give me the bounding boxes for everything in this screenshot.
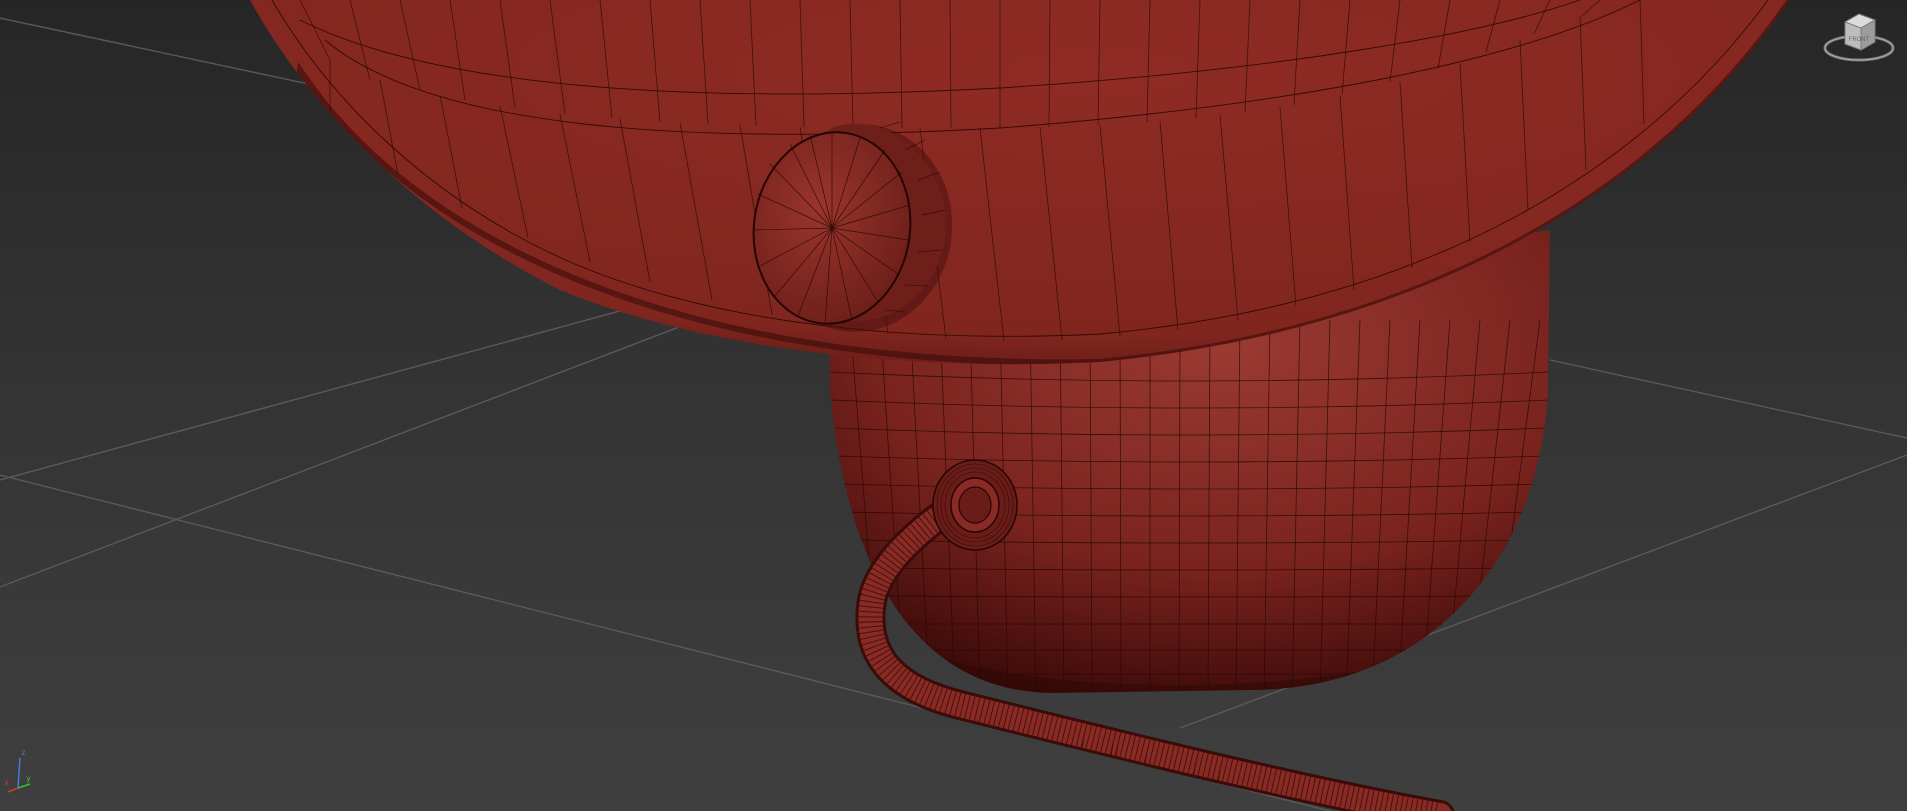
axis-tripod: z x y	[4, 748, 34, 794]
axis-y-label: y	[26, 774, 31, 783]
axis-tripod-icon	[7, 757, 31, 793]
axis-z-label: z	[21, 748, 26, 757]
cable-grommet	[932, 459, 1018, 551]
viewcube[interactable]: FRONT	[1819, 8, 1899, 68]
axis-x-label: x	[4, 778, 9, 787]
viewport-scene[interactable]	[0, 0, 1907, 811]
3d-viewport[interactable]: FRONT z x y	[0, 0, 1907, 811]
lamp-shade	[250, 0, 1790, 365]
viewcube-icon	[1823, 13, 1895, 62]
